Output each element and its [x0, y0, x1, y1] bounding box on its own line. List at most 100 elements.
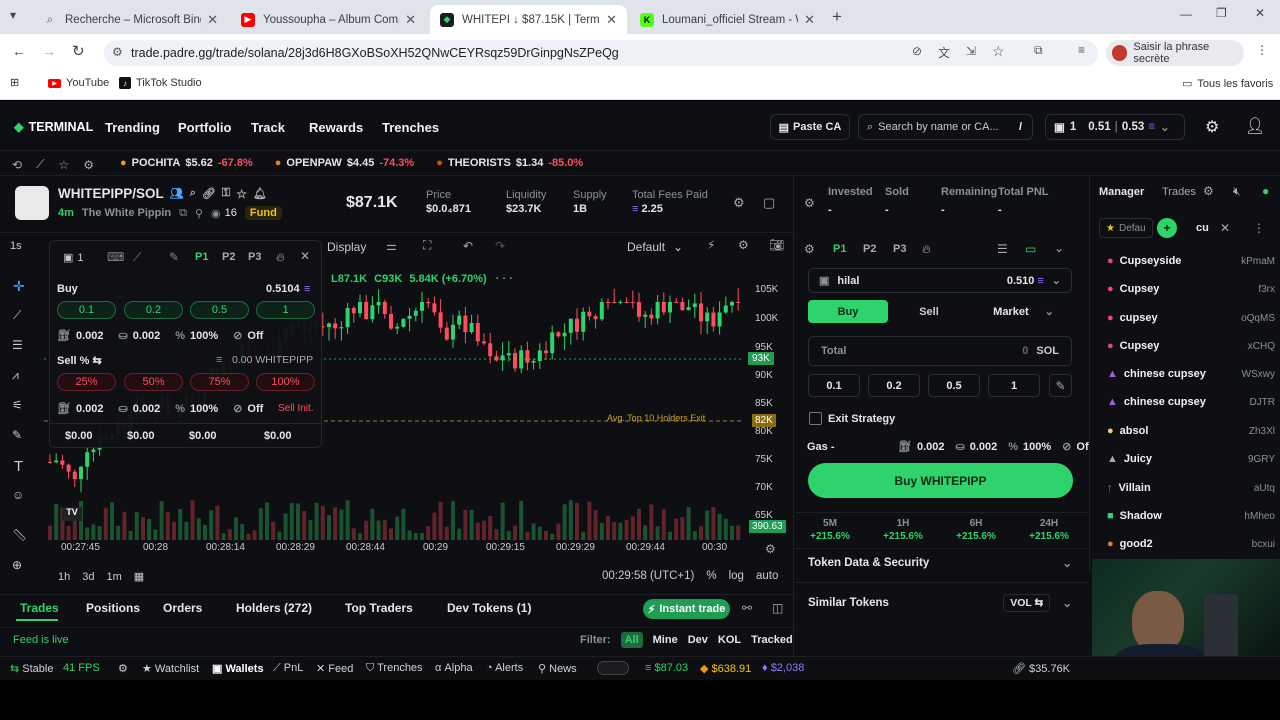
chart-icon[interactable]: ⟋ — [133, 250, 141, 265]
gas-settings-row[interactable]: ⛽︎ 0.002 ⛀ 0.002 % 100% ⊘ Off — [898, 440, 1092, 454]
side-sell[interactable]: Sell — [890, 300, 968, 323]
brand-logo[interactable]: ◆ TERMINAL — [14, 119, 93, 135]
layout-icon[interactable]: ▭ — [1025, 242, 1036, 256]
settings-icon[interactable]: ⚙ — [804, 196, 815, 210]
browser-tab-youtube[interactable]: ▶ Youssoupha – Album Complet ✕ — [231, 5, 426, 34]
forward-icon[interactable]: → — [42, 43, 56, 59]
close-window-icon[interactable]: ✕ — [1255, 6, 1265, 20]
wallet-selector[interactable]: ▣ 1 0.51 | 0.53 ≡ ⌄ — [1045, 114, 1185, 140]
similar-tokens-section[interactable]: Similar Tokens VOL ⇆ ⌄ — [808, 594, 1072, 612]
buy-settings-row[interactable]: ⛽︎ 0.002 ⛀ 0.002 % 100% ⊘ Off — [57, 329, 263, 343]
edit-amounts-icon[interactable]: ✎ — [1049, 374, 1072, 397]
timeframe-24h[interactable]: 24H +215.6% — [1027, 518, 1071, 542]
nav-rewards[interactable]: Rewards — [309, 120, 363, 135]
lock-icon[interactable]: ⚿ — [222, 187, 230, 200]
gear-icon[interactable]: ⚙ — [83, 158, 94, 172]
mute-icon[interactable]: 🔇︎ — [1233, 184, 1241, 199]
user-icon[interactable]: 👤︎ — [1245, 116, 1265, 136]
tab-trades-manager[interactable]: Trades — [1162, 186, 1196, 198]
profile-button[interactable]: Saisir la phrase secrète — [1106, 40, 1244, 66]
wallet-row[interactable]: ▲ chinese cupsey WSxwy — [1107, 364, 1275, 384]
search-icon[interactable]: ⌕ — [190, 187, 196, 200]
total-input[interactable]: Total 0 SOL — [808, 336, 1072, 366]
order-type-select[interactable]: Market ⌄ — [975, 300, 1072, 323]
zoom-icon[interactable]: ⊕ — [12, 558, 22, 572]
layout-icon[interactable]: ▢ — [763, 195, 775, 211]
menu-icon[interactable]: ⋮ — [1256, 43, 1268, 57]
star-icon[interactable]: ☆ — [236, 187, 247, 201]
copy-icon[interactable]: ⧉ — [179, 207, 187, 220]
footer-alpha[interactable]: α Alpha — [435, 662, 473, 674]
translate-icon[interactable]: 文 — [938, 44, 950, 61]
wallet-row[interactable]: ● Cupsey xCHQ — [1107, 336, 1275, 356]
crosshair-icon[interactable]: ✛ — [13, 278, 25, 295]
url-field[interactable]: ⚙ trade.padre.gg/trade/solana/28j3d6H8GX… — [104, 40, 1098, 66]
quick-buy-0.2[interactable]: 0.2 — [124, 301, 183, 319]
add-wallet-button[interactable]: + — [1157, 218, 1177, 238]
filter-mine[interactable]: Mine — [653, 634, 678, 646]
timeframe-5m[interactable]: 5M +215.6% — [808, 518, 852, 542]
fund-badge[interactable]: Fund — [244, 206, 282, 220]
camera-icon[interactable]: 📷︎ — [769, 238, 784, 252]
settings-icon[interactable]: ⚙ — [1203, 184, 1214, 198]
gear-icon[interactable]: ⚙ — [804, 242, 815, 256]
close-tab-icon[interactable]: ✕ — [804, 12, 815, 28]
range-1h[interactable]: 1h — [58, 571, 70, 583]
preset-p1[interactable]: P1 — [195, 251, 208, 263]
footer-alerts[interactable]: ◔ Alerts — [486, 662, 523, 674]
flame-icon[interactable]: 🔥︎ — [276, 250, 285, 265]
order-preset-p3[interactable]: P3 — [893, 243, 906, 255]
buy-token-button[interactable]: Buy WHITEPIPP — [808, 463, 1073, 498]
tab-holders[interactable]: Holders (272) — [236, 601, 312, 615]
footer-watchlist[interactable]: ★ Watchlist — [142, 662, 199, 675]
emoji-icon[interactable]: ☺ — [12, 488, 24, 502]
gear-icon[interactable]: ⚙ — [738, 238, 749, 252]
filter-dev[interactable]: Dev — [688, 634, 708, 646]
panel-icon[interactable]: ◫ — [772, 601, 783, 615]
maximize-icon[interactable]: ❐ — [1216, 6, 1227, 20]
wallet-row[interactable]: ● Cupsey f3rx — [1107, 279, 1275, 299]
wallet-row[interactable]: ● good2 bcxui — [1107, 534, 1275, 554]
ticker-item[interactable]: ● POCHITA $5.62 -67.8% — [120, 157, 253, 169]
indicators-icon[interactable]: ⚌ — [386, 239, 397, 253]
token-avatar[interactable] — [15, 186, 49, 220]
measure-icon[interactable]: ⚟ — [12, 398, 23, 412]
footer-news[interactable]: ⚲ News — [538, 662, 577, 675]
manager-search-input[interactable]: cu — [1196, 222, 1209, 234]
minimize-icon[interactable]: — — [1180, 7, 1192, 21]
sell-settings-row[interactable]: ⛽︎ 0.002 ⛀ 0.002 % 100% ⊘ Off — [57, 402, 263, 416]
ticker-item[interactable]: ● THEORISTS $1.34 -85.0% — [436, 157, 583, 169]
reload-icon[interactable]: ↻ — [72, 42, 85, 60]
browser-tab-kick[interactable]: K Loumani_officiel Stream - Watc ✕ — [630, 5, 825, 34]
tab-top-traders[interactable]: Top Traders — [345, 601, 413, 615]
footer-pnl[interactable]: ⟋ PnL — [273, 662, 303, 675]
quick-sell-75[interactable]: 75% — [190, 373, 249, 391]
amount-1[interactable]: 1 — [988, 374, 1040, 397]
search-input[interactable]: ⌕ Search by name or CA... / — [858, 114, 1033, 140]
chart-icon[interactable]: ⟋ — [36, 157, 44, 172]
browser-tab-terminal[interactable]: ◆ WHITEPI ↓ $87.15K | Terminal ✕ — [430, 5, 627, 34]
share-icon[interactable]: ⚯ — [742, 601, 752, 615]
footer-feed[interactable]: ✕ Feed — [316, 662, 353, 675]
close-tab-icon[interactable]: ✕ — [207, 12, 218, 28]
pattern-icon[interactable]: ⩘ — [12, 368, 19, 383]
quick-sell-100[interactable]: 100% — [256, 373, 315, 391]
display-button[interactable]: Display — [327, 240, 366, 254]
instant-trade-button[interactable]: ⚡︎ Instant trade — [643, 599, 730, 619]
flame-icon[interactable]: 🔥︎ — [922, 242, 931, 257]
magic-icon[interactable]: ⚡︎ — [707, 238, 715, 252]
range-1m[interactable]: 1m — [107, 571, 122, 583]
footer-wallets[interactable]: ▣ Wallets — [212, 662, 264, 675]
brush-icon[interactable]: ✎ — [12, 428, 22, 442]
wallet-row[interactable]: ● cupsey oQqMS — [1107, 308, 1275, 328]
percent-toggle[interactable]: % — [706, 570, 716, 582]
amount-0.5[interactable]: 0.5 — [928, 374, 980, 397]
link-icon[interactable]: 🔗︎ — [202, 187, 216, 200]
nav-trenches[interactable]: Trenches — [382, 120, 439, 135]
wallet-row[interactable]: ■ Shadow hMheo — [1107, 506, 1275, 526]
tab-positions[interactable]: Positions — [86, 601, 140, 615]
filter-all[interactable]: All — [620, 632, 643, 648]
footer-trenches[interactable]: ⛉ Trenches — [366, 662, 423, 675]
all-bookmarks[interactable]: ▭ Tous les favoris — [1182, 77, 1273, 91]
tab-dev-tokens[interactable]: Dev Tokens (1) — [447, 601, 531, 615]
